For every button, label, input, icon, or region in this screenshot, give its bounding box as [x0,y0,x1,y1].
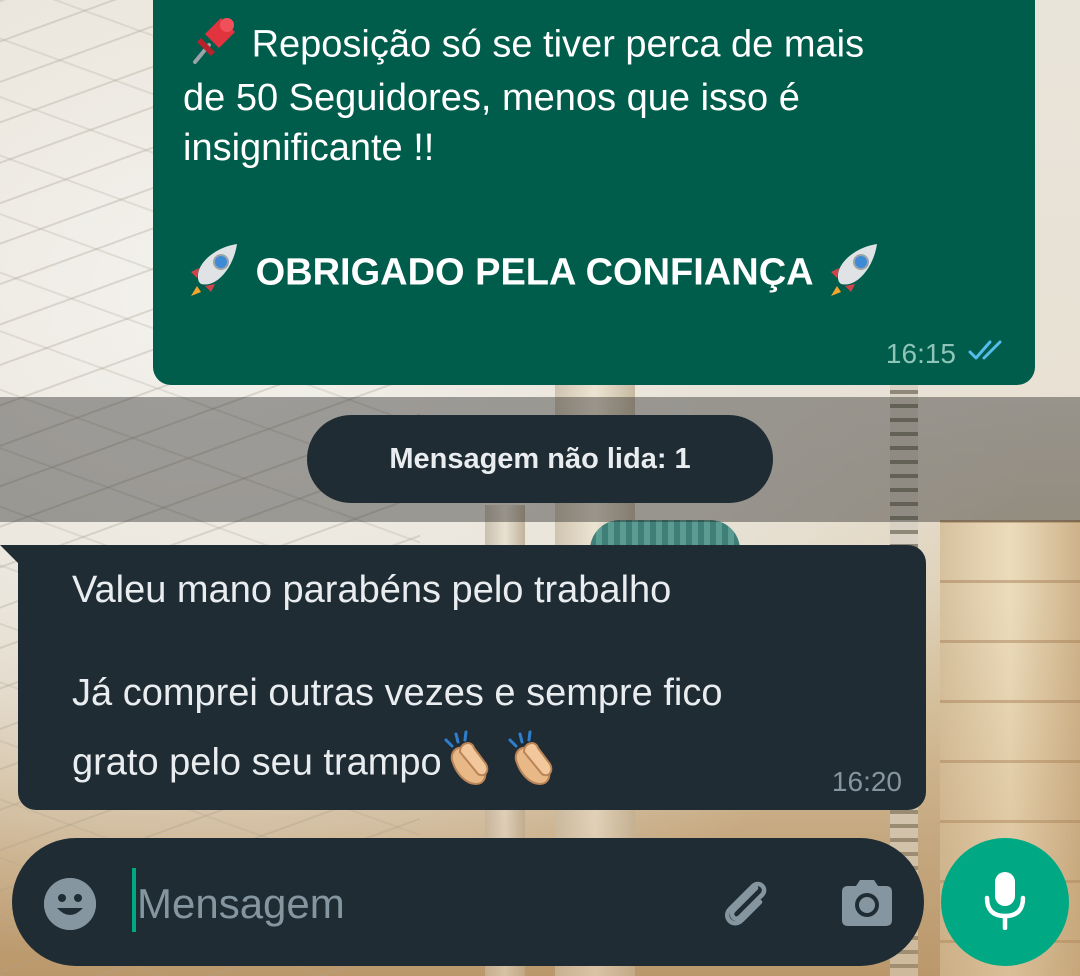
message-bold-line: OBRIGADO PELA CONFIANÇA [183,238,885,311]
message-text: Reposição só se tiver perca de mais [251,23,865,66]
emoji-icon[interactable] [44,878,96,930]
pushpin-icon [183,12,241,81]
message-input[interactable] [137,876,697,932]
unread-text: Mensagem não lida: 1 [389,442,691,475]
message-text: grato pelo seu trampo [72,741,442,784]
camera-icon[interactable] [836,872,898,934]
mic-icon [981,870,1029,935]
message-timestamp: 16:15 [886,336,1010,371]
message-line: Reposição só se tiver perca de mais [183,12,864,81]
message-timestamp: 16:20 [831,766,902,797]
text-cursor [132,868,136,932]
message-text: OBRIGADO PELA CONFIANÇA [255,251,813,294]
outgoing-message-bubble[interactable]: Reposição só se tiver perca de mais de 5… [153,0,1035,385]
attach-icon[interactable] [716,872,778,934]
message-text: insignificante !! [183,127,435,169]
message-text: Já comprei outras vezes e sempre fico [72,672,723,714]
mic-button[interactable] [941,838,1069,966]
clapping-hands-icon [442,730,506,799]
rocket-icon [823,238,885,311]
timestamp-text: 16:15 [885,337,956,369]
message-line: grato pelo seu trampo [72,730,570,799]
incoming-message-bubble[interactable]: Valeu mano parabéns pelo trabalho Já com… [18,545,926,810]
message-text: de 50 Seguidores, menos que isso é [183,77,800,119]
clapping-hands-icon [506,730,570,799]
rocket-icon [183,238,245,311]
double-check-read-icon [966,336,1010,371]
message-text: Valeu mano parabéns pelo trabalho [72,569,672,611]
unread-messages-badge: Mensagem não lida: 1 [307,415,773,503]
